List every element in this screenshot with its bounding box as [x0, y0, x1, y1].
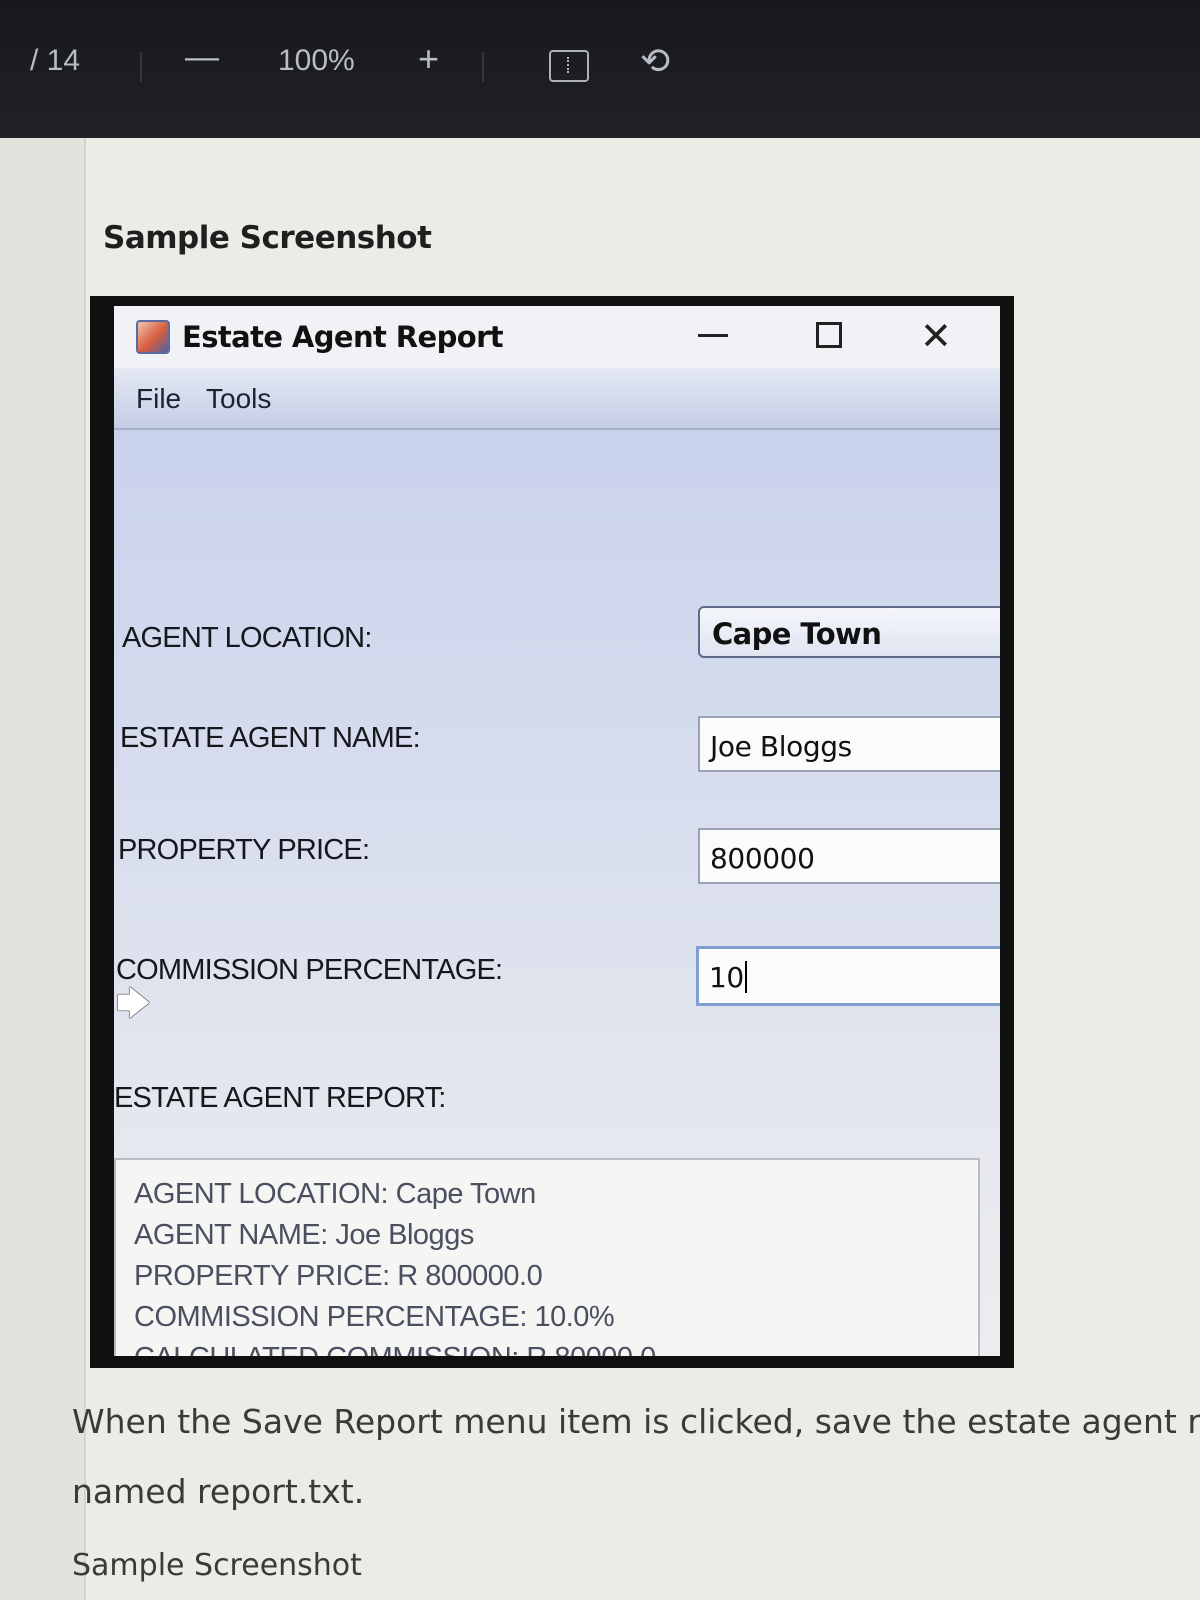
report-textarea[interactable]: AGENT LOCATION: Cape Town AGENT NAME: Jo… — [114, 1158, 980, 1356]
property-price-label: PROPERTY PRICE: — [118, 834, 370, 866]
property-price-value: 800000 — [710, 842, 815, 875]
page-indicator[interactable]: / 14 — [30, 44, 80, 78]
menu-file[interactable]: File — [136, 383, 181, 415]
document-next-heading: Sample Screenshot — [72, 1548, 362, 1583]
agent-location-dropdown[interactable]: Cape Town — [698, 606, 1000, 658]
agent-location-value: Cape Town — [712, 617, 882, 651]
title-bar[interactable]: Estate Agent Report ✕ — [114, 306, 1000, 368]
pdf-viewer-toolbar: / 14 — 100% + ⟲ — [0, 0, 1200, 138]
toolbar-divider — [140, 52, 142, 82]
document-paragraph-line: named report.txt. — [72, 1472, 365, 1511]
zoom-out-button[interactable]: — — [185, 38, 219, 77]
text-caret — [744, 961, 747, 993]
app-window: Estate Agent Report ✕ File Tools AGENT L… — [114, 306, 1000, 1356]
app-window-frame: Estate Agent Report ✕ File Tools AGENT L… — [90, 296, 1014, 1368]
report-line: COMMISSION PERCENTAGE: 10.0% — [134, 1301, 615, 1333]
agent-name-input[interactable]: Joe Bloggs — [698, 716, 1000, 772]
commission-label: COMMISSION PERCENTAGE: — [116, 954, 503, 986]
minimize-icon[interactable] — [698, 334, 728, 337]
close-icon[interactable]: ✕ — [920, 314, 952, 358]
property-price-input[interactable]: 800000 — [698, 828, 1000, 884]
commission-input[interactable]: 10 — [696, 946, 1000, 1006]
mouse-cursor-icon: 🡆 — [116, 985, 152, 1023]
document-heading: Sample Screenshot — [103, 220, 432, 256]
report-line: PROPERTY PRICE: R 800000.0 — [134, 1260, 543, 1292]
agent-name-label: ESTATE AGENT NAME: — [120, 722, 421, 754]
report-line: AGENT NAME: Joe Bloggs — [134, 1219, 474, 1251]
zoom-in-button[interactable]: + — [418, 38, 439, 80]
rotate-icon[interactable]: ⟲ — [640, 40, 670, 82]
report-line: CALCULATED COMMISSION: R 80000.0 — [134, 1342, 656, 1356]
agent-location-label: AGENT LOCATION: — [122, 622, 372, 654]
toolbar-divider — [482, 52, 484, 82]
fit-page-icon[interactable] — [549, 50, 589, 82]
report-line: AGENT LOCATION: Cape Town — [134, 1178, 536, 1210]
menu-bar: File Tools — [114, 368, 1000, 430]
window-title: Estate Agent Report — [182, 320, 504, 354]
maximize-icon[interactable] — [816, 322, 842, 348]
menu-tools[interactable]: Tools — [206, 383, 271, 415]
zoom-level[interactable]: 100% — [278, 44, 355, 78]
app-icon — [136, 320, 170, 354]
commission-value: 10 — [709, 961, 747, 994]
document-paragraph-line: When the Save Report menu item is clicke… — [72, 1402, 1200, 1441]
form-panel: AGENT LOCATION: Cape Town ESTATE AGENT N… — [114, 430, 1000, 1356]
report-label: ESTATE AGENT REPORT: — [114, 1082, 446, 1114]
agent-name-value: Joe Bloggs — [710, 730, 852, 763]
